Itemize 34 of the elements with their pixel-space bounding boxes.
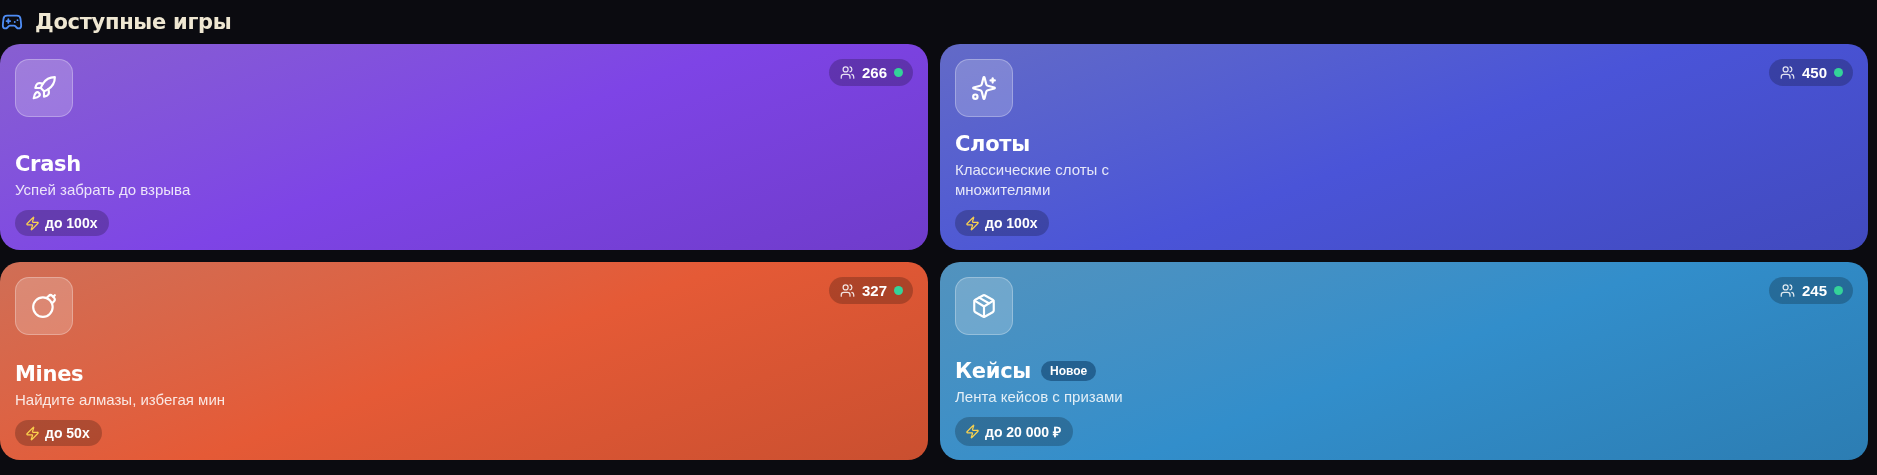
- game-title: Mines: [15, 362, 84, 386]
- package-icon: [971, 293, 997, 319]
- lightning-icon: [965, 215, 980, 231]
- rocket-icon: [31, 75, 57, 101]
- player-count: 266: [861, 64, 887, 81]
- game-card[interactable]: 266 Crash Успей забрать до взрыва до 100x: [0, 44, 928, 250]
- lightning-icon: [965, 424, 980, 439]
- game-card[interactable]: 450 Слоты Классические слоты с множителями до 100x: [940, 44, 1868, 250]
- bomb-icon: [31, 293, 57, 319]
- lightning-icon: [25, 215, 40, 231]
- player-count: 245: [1801, 282, 1827, 299]
- multiplier-badge: до 50x: [15, 420, 102, 446]
- game-title: Слоты: [955, 132, 1030, 156]
- multiplier-badge: до 100x: [15, 210, 110, 236]
- game-card[interactable]: 245 Кейсы Новое Лента кейсов с призами до 20 000 ₽: [940, 262, 1868, 460]
- users-icon: [1779, 65, 1795, 80]
- multiplier-badge: до 100x: [955, 210, 1050, 236]
- game-description: Найдите алмазы, избегая мин: [15, 390, 227, 410]
- game-description: Классические слоты с множителями: [955, 160, 1111, 200]
- sparkles-icon: [971, 75, 997, 101]
- game-title: Crash: [15, 152, 81, 176]
- game-description: Лента кейсов с призами: [955, 387, 1124, 407]
- users-icon: [1779, 283, 1795, 298]
- player-count: 327: [861, 282, 887, 299]
- new-tag: Новое: [1041, 361, 1097, 381]
- player-count: 450: [1801, 64, 1827, 81]
- game-description: Успей забрать до взрыва: [15, 180, 192, 200]
- multiplier-badge: до 20 000 ₽: [955, 417, 1074, 446]
- users-icon: [839, 65, 855, 80]
- game-card[interactable]: 327 Mines Найдите алмазы, избегая мин до 50x: [0, 262, 928, 460]
- section-title: Доступные игры: [35, 10, 232, 34]
- game-title: Кейсы: [955, 359, 1032, 383]
- lightning-icon: [25, 425, 40, 441]
- users-icon: [839, 283, 855, 298]
